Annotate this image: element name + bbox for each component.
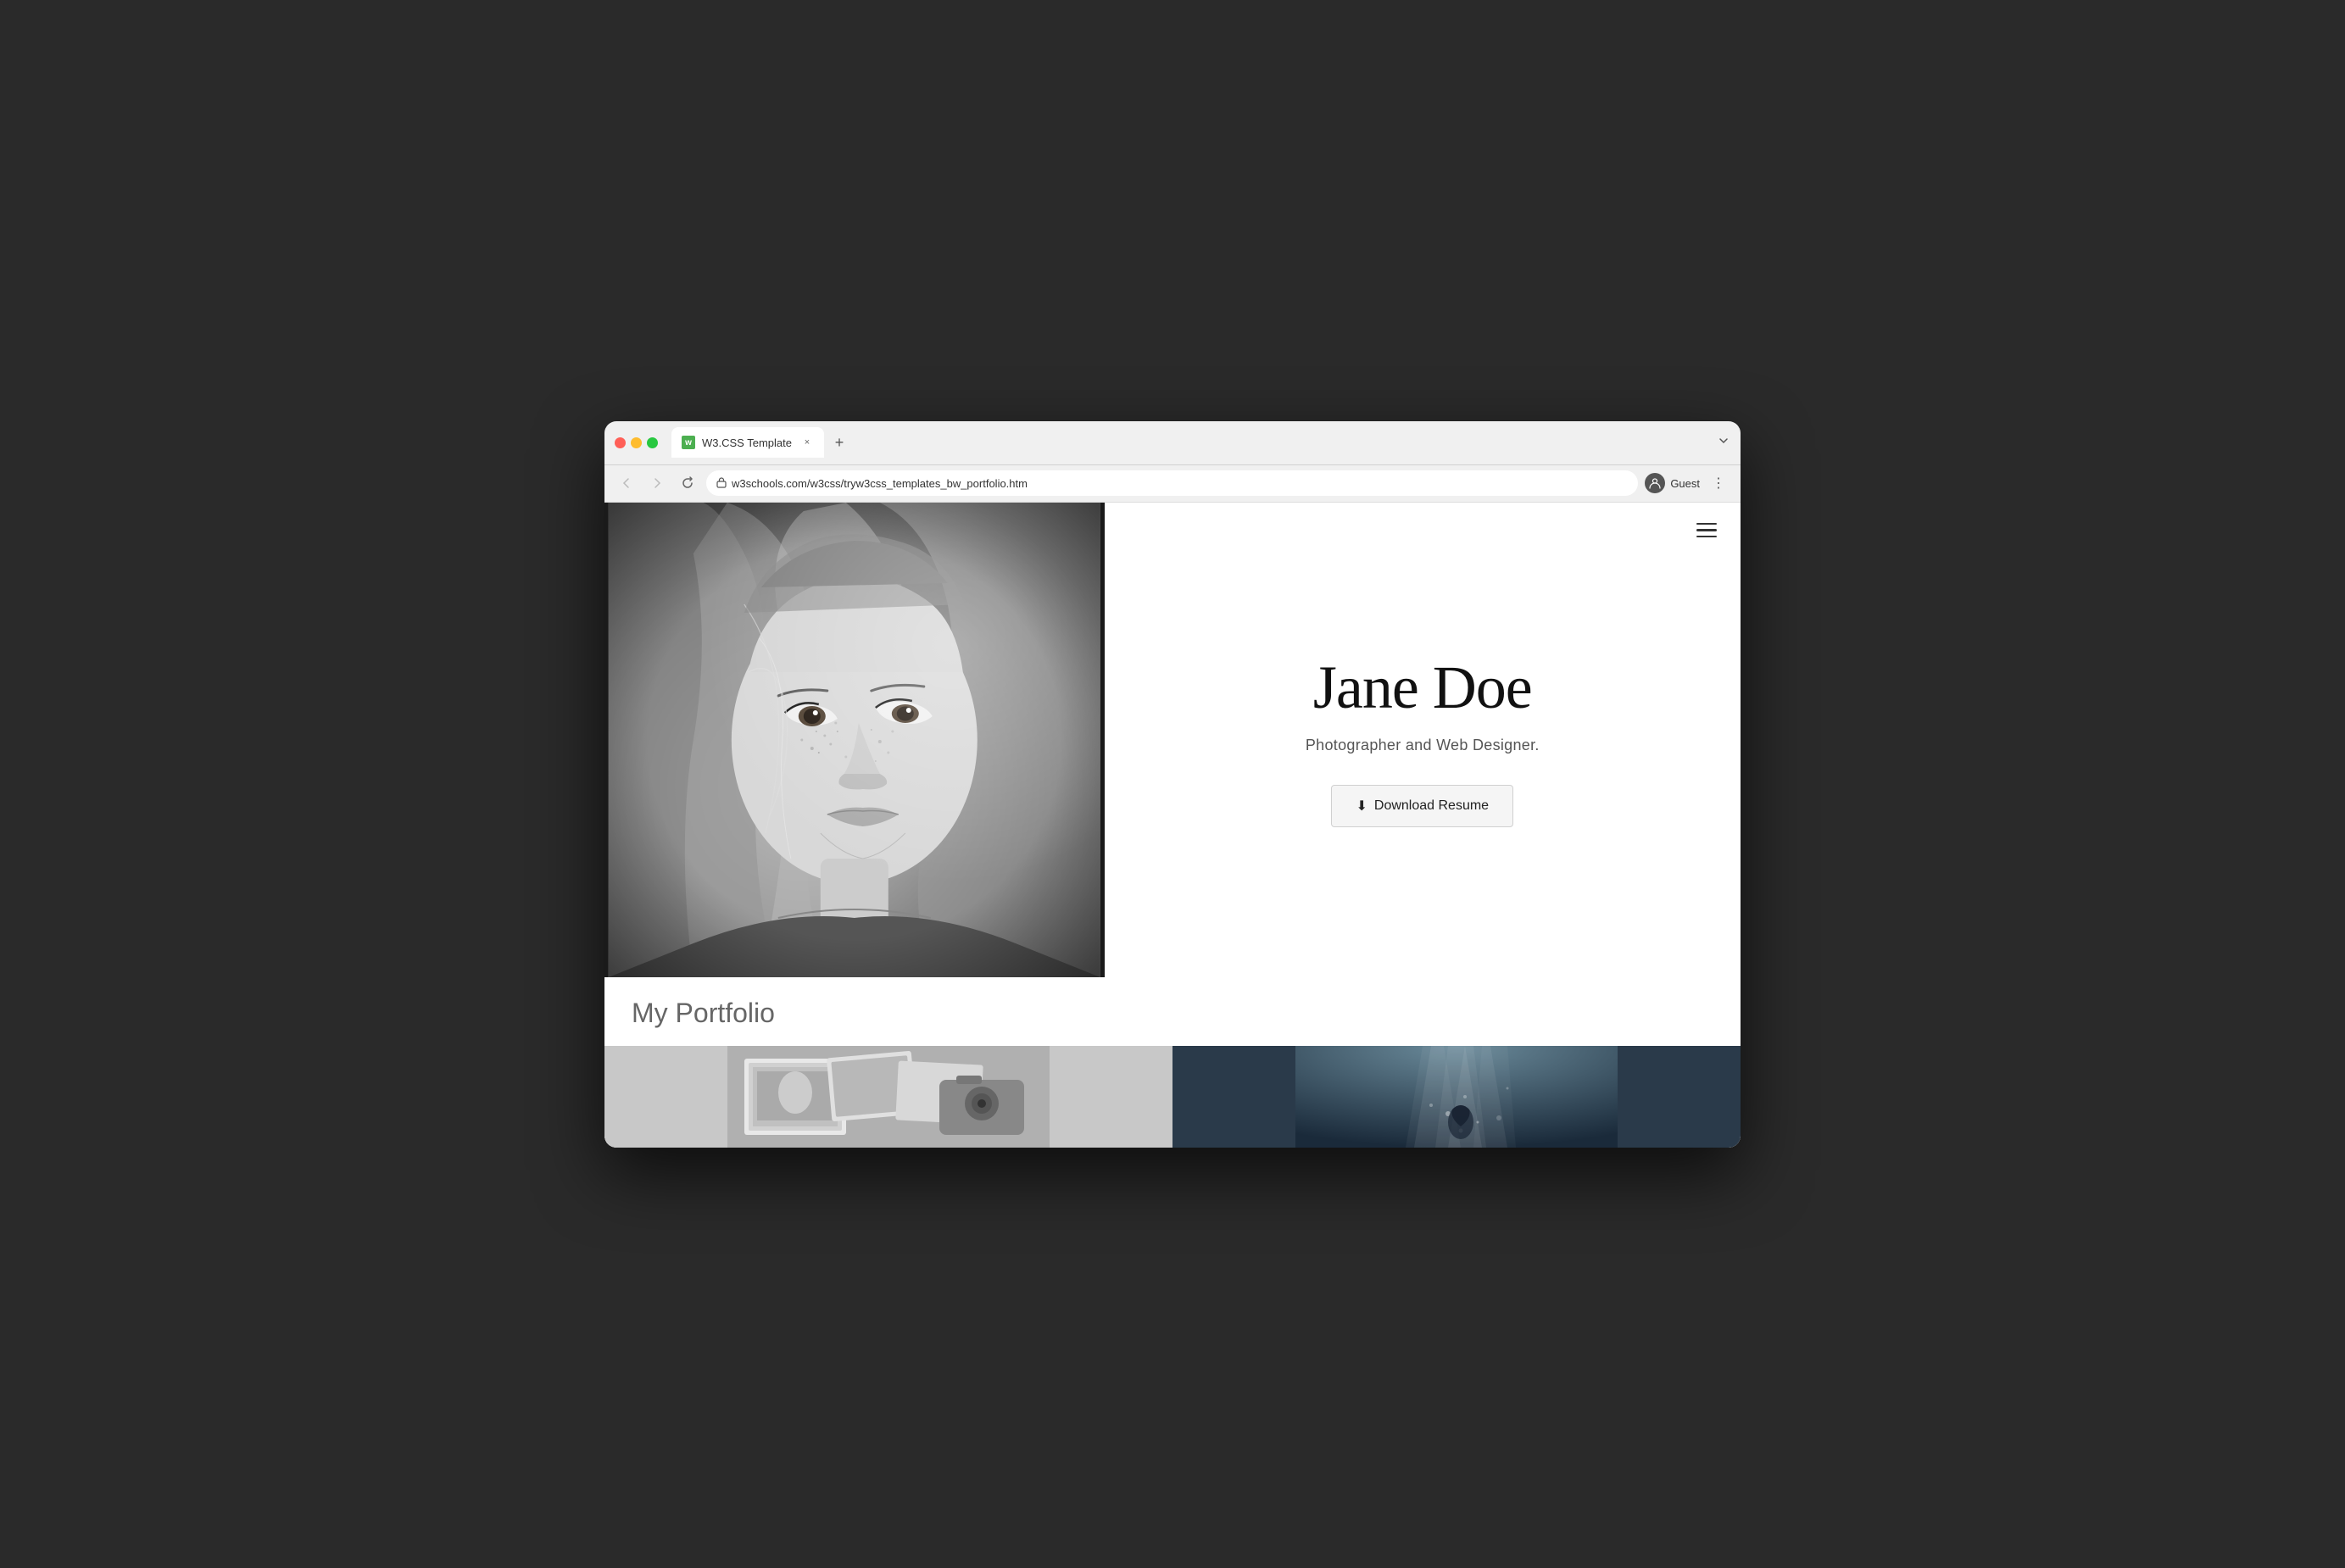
portrait-photo [604,503,1105,977]
hamburger-menu-button[interactable] [1693,520,1720,542]
new-tab-button[interactable]: + [827,431,851,454]
lock-icon [716,476,727,491]
browser-window: w W3.CSS Template × + [604,421,1741,1148]
portfolio-section: My Portfolio [604,977,1741,1148]
content-panel: Jane Doe Photographer and Web Designer. … [1105,503,1741,977]
profile-icon [1645,473,1665,493]
forward-button[interactable] [645,471,669,495]
download-btn-label: Download Resume [1374,798,1489,814]
maximize-window-button[interactable] [647,437,658,448]
tab-close-button[interactable]: × [800,436,814,449]
url-text: w3schools.com/w3css/tryw3css_templates_b… [732,477,1028,490]
refresh-button[interactable] [676,471,699,495]
website-content: Jane Doe Photographer and Web Designer. … [604,503,1741,1148]
address-bar: w3schools.com/w3css/tryw3css_templates_b… [604,465,1741,503]
portfolio-item-2[interactable] [1172,1046,1741,1148]
hamburger-line-1 [1696,523,1717,525]
url-bar[interactable]: w3schools.com/w3css/tryw3css_templates_b… [706,470,1638,496]
profile-button[interactable]: Guest [1645,473,1700,493]
profile-label: Guest [1670,477,1700,490]
tab-favicon: w [682,436,695,449]
traffic-lights [615,437,658,448]
more-options-button[interactable]: ⋮ [1707,471,1730,495]
download-icon: ⬇ [1356,798,1367,815]
hero-name: Jane Doe [1313,653,1532,723]
tab-title: W3.CSS Template [702,436,794,449]
back-button[interactable] [615,471,638,495]
hamburger-line-2 [1696,529,1717,531]
close-window-button[interactable] [615,437,626,448]
portfolio-grid [604,1046,1741,1148]
chrome-dropdown-button[interactable] [1717,434,1730,452]
hamburger-line-3 [1696,536,1717,538]
tab-bar: w W3.CSS Template × + [671,427,1710,458]
hero-content: Jane Doe Photographer and Web Designer. … [1105,503,1741,977]
download-resume-button[interactable]: ⬇ Download Resume [1331,785,1513,827]
hero-subtitle: Photographer and Web Designer. [1306,737,1540,754]
active-tab[interactable]: w W3.CSS Template × [671,427,824,458]
hero-section: Jane Doe Photographer and Web Designer. … [604,503,1741,977]
portfolio-title: My Portfolio [604,998,1741,1046]
portfolio-item-1[interactable] [604,1046,1172,1148]
chrome-tab-bar: w W3.CSS Template × + [604,421,1741,465]
minimize-window-button[interactable] [631,437,642,448]
